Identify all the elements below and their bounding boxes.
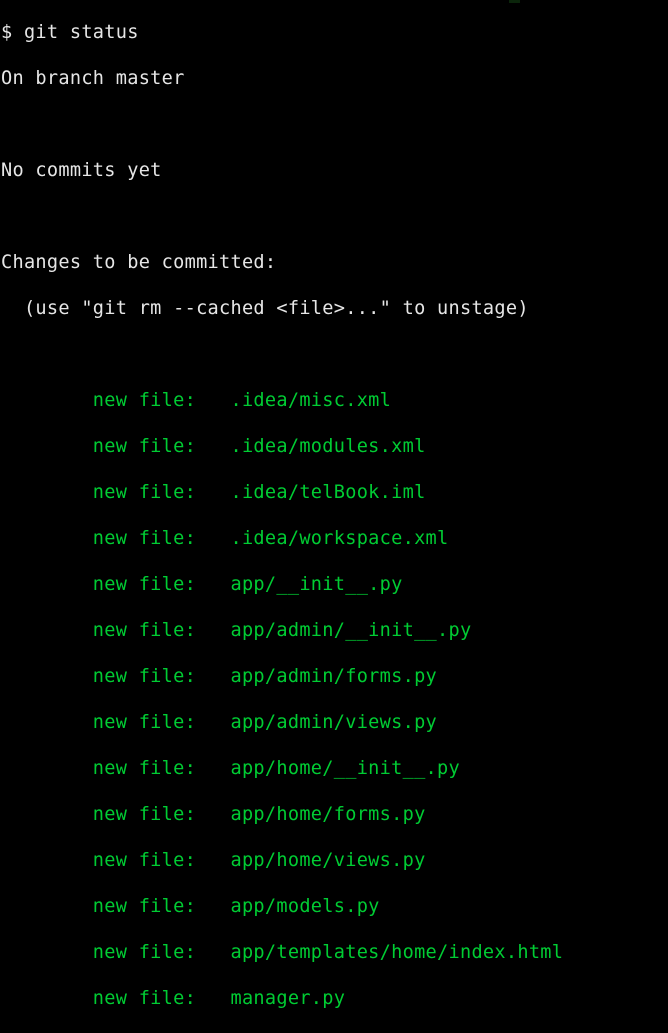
staged-file-line: new file: .idea/workspace.xml [1,527,449,549]
staged-file-line: new file: app/models.py [1,895,380,917]
staged-file-line: new file: app/templates/home/index.html [1,941,564,963]
output-line: (use "git rm --cached <file>..." to unst… [1,297,529,319]
staged-file-line: new file: app/admin/forms.py [1,665,438,687]
command-line: $ git status [1,21,139,43]
staged-file-line: new file: app/home/views.py [1,849,426,871]
staged-file-line: new file: .idea/modules.xml [1,435,426,457]
output-line: On branch master [1,67,185,89]
staged-file-line: new file: manager.py [1,987,346,1009]
terminal-output[interactable]: $ git status On branch master No commits… [0,18,668,1009]
staged-file-line: new file: app/__init__.py [1,573,403,595]
staged-file-line: new file: app/home/__init__.py [1,757,460,779]
staged-file-line: new file: app/admin/views.py [1,711,438,733]
staged-file-line: new file: .idea/telBook.iml [1,481,426,503]
staged-file-line: new file: app/admin/__init__.py [1,619,472,641]
staged-file-line: new file: app/home/forms.py [1,803,426,825]
output-line: Changes to be committed: [1,251,277,273]
staged-file-line: new file: .idea/misc.xml [1,389,392,411]
output-line: No commits yet [1,159,162,181]
clipped-scrollback-artifact [509,0,520,3]
